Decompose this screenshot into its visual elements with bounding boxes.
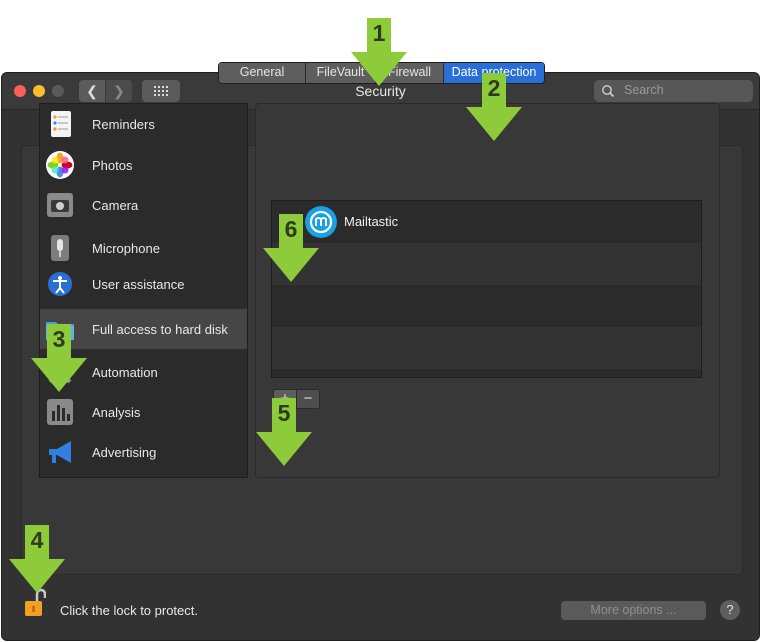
sidebar-item-label: Camera xyxy=(92,197,139,213)
annotation-arrow-6: 6 xyxy=(263,214,319,282)
privacy-category-list: Reminders Photos Camera Microphone User … xyxy=(39,103,248,478)
list-item xyxy=(272,243,701,285)
help-button[interactable]: ? xyxy=(720,600,740,620)
annotation-number: 5 xyxy=(277,400,291,426)
photos-icon xyxy=(46,151,74,179)
list-item[interactable]: Mailtastic xyxy=(272,201,701,243)
sidebar-item-label: Reminders xyxy=(92,116,155,132)
sidebar-item-label: Microphone xyxy=(92,240,160,256)
analytics-icon xyxy=(47,399,73,425)
microphone-icon xyxy=(51,235,69,261)
reminders-icon xyxy=(51,111,71,137)
lock-instruction: Click the lock to protect. xyxy=(60,603,198,618)
sidebar-item-microphone[interactable]: Microphone xyxy=(40,228,247,268)
annotation-arrow-3: 3 xyxy=(31,324,87,392)
annotation-number: 3 xyxy=(52,326,66,352)
sidebar-item-label: Photos xyxy=(92,157,133,173)
annotation-number: 2 xyxy=(487,75,501,101)
annotation-arrow-5: 5 xyxy=(256,398,312,466)
camera-icon xyxy=(47,193,73,217)
sidebar-item-user-assistance[interactable]: User assistance xyxy=(40,264,247,304)
sidebar-item-analysis[interactable]: Analysis xyxy=(40,392,247,432)
annotation-number: 1 xyxy=(372,20,386,46)
annotation-number: 4 xyxy=(30,527,44,553)
sidebar-item-label: Automation xyxy=(92,364,158,380)
app-name: Mailtastic xyxy=(344,214,399,229)
annotation-arrow-1: 1 xyxy=(351,18,407,86)
megaphone-icon xyxy=(49,441,71,463)
tab-general[interactable]: General xyxy=(219,63,306,83)
search-icon xyxy=(602,85,615,98)
sidebar-item-label: Advertising xyxy=(92,444,157,460)
list-item xyxy=(272,327,701,369)
sidebar-item-advertising[interactable]: Advertising xyxy=(40,432,247,472)
search-field[interactable]: Search xyxy=(594,80,753,102)
search-placeholder: Search xyxy=(624,83,664,97)
app-list: Mailtastic xyxy=(271,200,702,378)
sidebar-item-reminders[interactable]: Reminders xyxy=(40,104,247,144)
annotation-arrow-4: 4 xyxy=(9,525,65,593)
more-options-button[interactable]: More options ... xyxy=(561,601,706,620)
sidebar-item-camera[interactable]: Camera xyxy=(40,185,247,225)
sidebar-item-label: Analysis xyxy=(92,404,141,420)
sidebar-item-photos[interactable]: Photos xyxy=(40,145,247,185)
list-item xyxy=(272,285,701,327)
annotation-number: 6 xyxy=(284,216,298,242)
sidebar-item-label: User assistance xyxy=(92,276,185,292)
accessibility-icon xyxy=(48,272,72,296)
sidebar-item-label: Full access to hard disk xyxy=(92,321,228,337)
annotation-arrow-2: 2 xyxy=(466,73,522,141)
